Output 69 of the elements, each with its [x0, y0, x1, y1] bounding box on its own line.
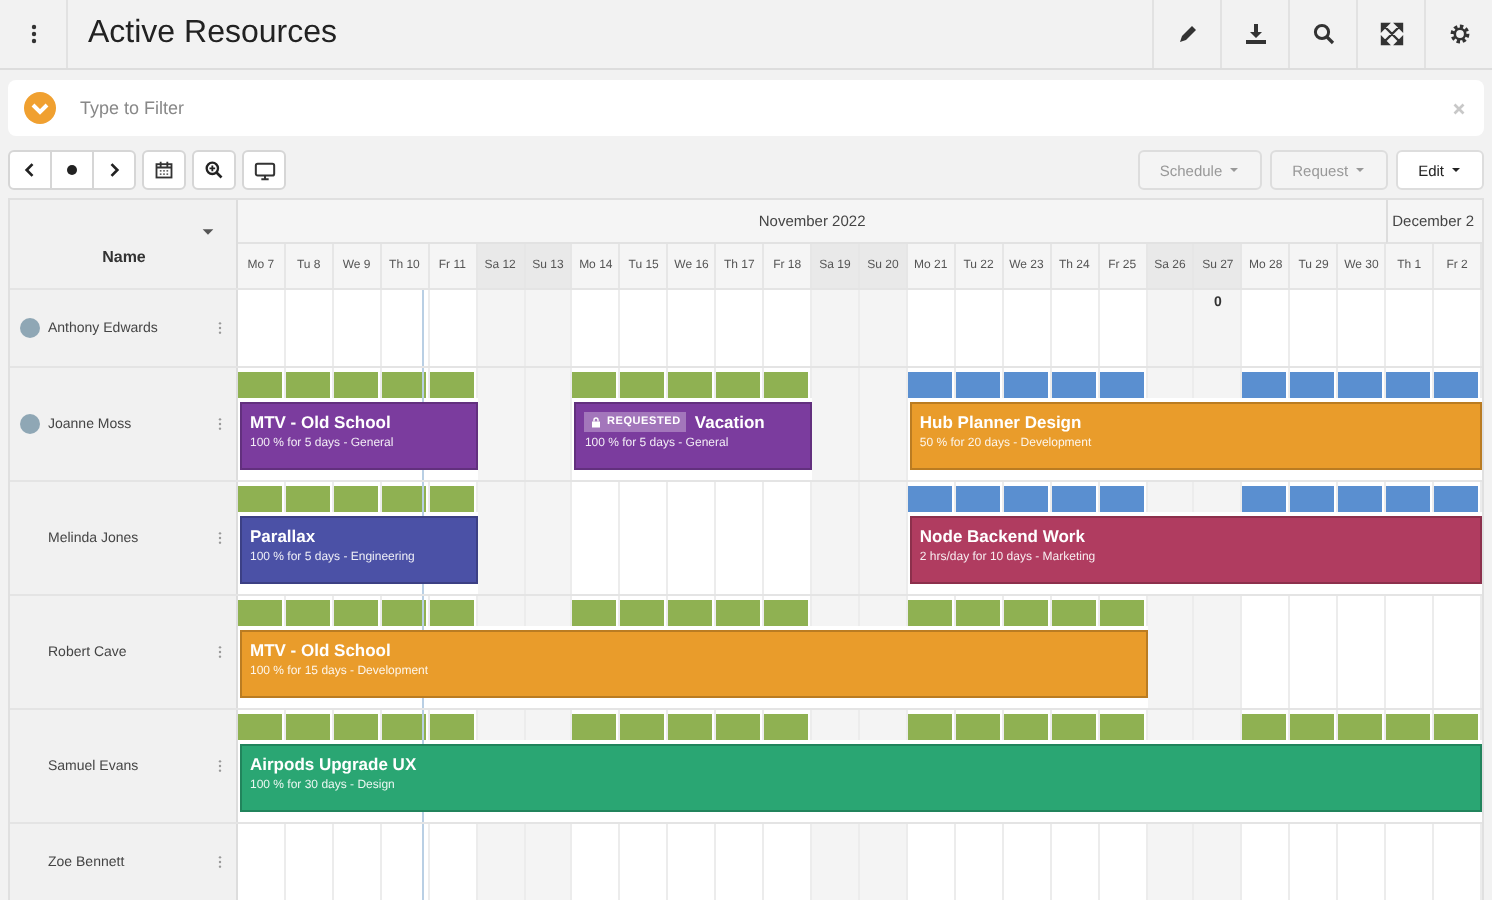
calendar-cell[interactable] [859, 596, 908, 626]
calendar-cell[interactable] [859, 710, 908, 740]
display-button[interactable] [242, 150, 286, 190]
calendar-cell[interactable] [1194, 482, 1243, 512]
booking-title: Parallax [250, 526, 316, 546]
calendar-cell[interactable] [812, 596, 860, 626]
column-heading: Name [100, 247, 148, 265]
filter-input[interactable]: Type to Filter [76, 96, 1430, 120]
calendar-cell[interactable] [525, 596, 573, 626]
calendar-cell[interactable] [859, 290, 908, 366]
search-icon [1311, 22, 1335, 46]
calendar-cell[interactable] [525, 824, 573, 900]
calendar-cell[interactable] [859, 482, 908, 594]
calendar-cell[interactable] [1194, 710, 1243, 740]
caret-down-icon [1228, 164, 1241, 176]
dot-icon [62, 160, 82, 180]
calendar-cell[interactable] [525, 710, 573, 740]
calendar-cell[interactable] [477, 482, 526, 594]
calendar-cell[interactable] [525, 368, 573, 480]
previous-button[interactable] [8, 150, 52, 190]
calendar-cell[interactable] [477, 368, 526, 480]
pencil-icon [1175, 22, 1199, 46]
caret-down-icon [1450, 164, 1462, 176]
calendar-cell[interactable] [1147, 710, 1195, 740]
monitor-icon [253, 159, 275, 181]
calendar-cell[interactable] [1147, 290, 1195, 366]
filter-field[interactable]: Type to Filter [8, 80, 1484, 136]
calendar-cell[interactable] [1194, 596, 1243, 708]
calendar-cell[interactable] [859, 368, 908, 480]
calendar-cell[interactable] [1147, 482, 1195, 512]
caret-down-icon [1354, 164, 1367, 176]
booking-title: Airpods Upgrade UX [250, 754, 417, 774]
calendar-cell[interactable] [1147, 368, 1195, 398]
close-icon [1450, 99, 1468, 117]
calendar-cell[interactable] [1147, 596, 1195, 708]
booking-title: Hub Planner Design [919, 412, 1082, 432]
settings-icon [1447, 22, 1471, 46]
booking-title: MTV - Old School [250, 412, 391, 432]
calendar-cell[interactable] [477, 710, 526, 740]
clear-button[interactable] [1450, 99, 1468, 117]
expand-icon [1379, 22, 1403, 46]
calendar-cell[interactable] [859, 824, 908, 900]
booking-title: Vacation [694, 412, 765, 432]
calendar-cell[interactable] [812, 824, 860, 900]
calendar-cell[interactable] [1194, 368, 1243, 398]
booking-title: MTV - Old School [250, 640, 391, 660]
calendar-cell[interactable] [477, 596, 526, 626]
calendar-cell[interactable] [477, 290, 526, 366]
calendar-cell[interactable] [477, 824, 526, 900]
calendar-cell[interactable] [812, 290, 860, 366]
download-icon [1243, 22, 1267, 46]
caret-down-icon [200, 223, 216, 239]
calendar-cell[interactable] [812, 368, 860, 480]
calendar-cell[interactable] [812, 710, 860, 740]
calendar-icon [154, 160, 174, 180]
chevron-down-icon[interactable] [24, 92, 56, 124]
calendar-cell[interactable] [1147, 824, 1195, 900]
zoom-in-icon [204, 160, 224, 180]
page-title: Active Resources [86, 16, 339, 52]
calendar-cell[interactable] [525, 290, 573, 366]
lock-icon [590, 416, 603, 428]
calendar-cell[interactable] [812, 482, 860, 594]
booking-title: Node Backend Work [919, 526, 1085, 546]
next-button[interactable] [92, 150, 136, 190]
calendar-button[interactable] [142, 150, 186, 190]
calendar-cell[interactable] [525, 482, 573, 594]
calendar-cell[interactable] [1194, 824, 1243, 900]
zoom-button[interactable] [192, 150, 236, 190]
today-button[interactable] [50, 150, 94, 190]
